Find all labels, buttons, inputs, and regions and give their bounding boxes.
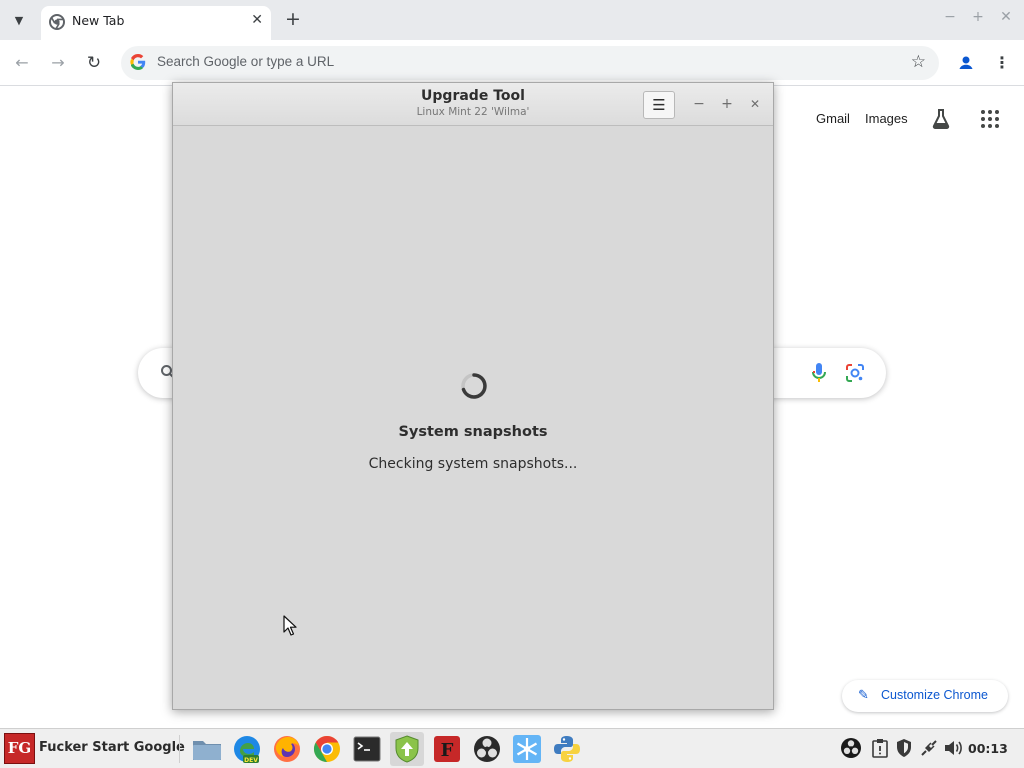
reload-icon[interactable]: ↻ <box>83 52 105 74</box>
start-menu-icon[interactable]: FG <box>4 733 35 764</box>
loading-spinner-icon <box>461 373 487 399</box>
snowflake-icon[interactable] <box>510 732 544 766</box>
terminal-icon[interactable] <box>350 732 384 766</box>
chrome-menu-icon[interactable]: ⋮ <box>994 52 1010 74</box>
network-icon[interactable] <box>919 738 939 758</box>
chrome-close-icon[interactable]: ✕ <box>997 9 1015 25</box>
dialog-close-icon[interactable]: ✕ <box>747 95 763 113</box>
dialog-maximize-icon[interactable]: + <box>719 95 735 113</box>
customize-chrome-button[interactable]: ✎ Customize Chrome <box>842 680 1008 712</box>
tab-strip: ▼ New Tab ✕ + − + ✕ <box>0 0 1024 40</box>
mouse-cursor-icon <box>283 615 297 636</box>
tab-close-icon[interactable]: ✕ <box>251 12 263 28</box>
volume-icon[interactable] <box>943 738 963 758</box>
dialog-minimize-icon[interactable]: − <box>691 95 707 113</box>
chrome-maximize-icon[interactable]: + <box>969 9 987 25</box>
clipboard-icon[interactable] <box>870 738 890 758</box>
obs-icon[interactable] <box>470 732 504 766</box>
dialog-title: Upgrade Tool <box>421 88 525 104</box>
status-message: Checking system snapshots... <box>368 456 578 472</box>
taskbar-separator <box>179 735 180 763</box>
chrome-minimize-icon[interactable]: − <box>941 9 959 25</box>
tab-search-chevron-icon[interactable]: ▼ <box>6 8 32 32</box>
obs-tray-icon[interactable] <box>840 737 862 759</box>
tab-title: New Tab <box>72 13 125 28</box>
google-apps-icon[interactable] <box>981 110 999 128</box>
firefox-icon[interactable] <box>270 732 304 766</box>
images-link[interactable]: Images <box>865 111 908 126</box>
omnibox-input[interactable]: Search Google or type a URL <box>157 54 334 69</box>
omnibox[interactable]: Search Google or type a URL ☆ <box>121 46 939 80</box>
voice-search-icon[interactable] <box>810 362 828 384</box>
forward-arrow-icon[interactable]: → <box>47 52 69 74</box>
pencil-icon: ✎ <box>858 688 869 703</box>
status-heading: System snapshots <box>398 424 548 440</box>
svg-text:F: F <box>441 740 454 761</box>
svg-text:DEV: DEV <box>244 757 258 764</box>
profile-avatar-icon[interactable] <box>955 52 977 74</box>
shield-icon[interactable] <box>894 738 914 758</box>
new-tab-button[interactable]: + <box>282 7 304 31</box>
folder-icon[interactable] <box>190 732 224 766</box>
font-manager-icon[interactable]: F <box>430 732 464 766</box>
taskbar: FG Fucker Start Google DEV F 00:13 <box>0 728 1024 768</box>
hamburger-menu-button[interactable]: ☰ <box>643 91 675 119</box>
bookmark-star-icon[interactable]: ☆ <box>911 52 926 72</box>
tab-new-tab[interactable]: New Tab ✕ <box>41 6 271 40</box>
browser-toolbar: ← → ↻ Search Google or type a URL ☆ ⋮ <box>0 40 1024 86</box>
chrome-icon[interactable] <box>310 732 344 766</box>
google-g-icon <box>130 54 146 70</box>
edge-dev-icon[interactable]: DEV <box>230 732 264 766</box>
chrome-favicon-icon <box>49 14 65 30</box>
lens-search-icon[interactable] <box>845 363 865 383</box>
clock[interactable]: 00:13 <box>968 741 1008 756</box>
update-manager-icon[interactable] <box>390 732 424 766</box>
back-arrow-icon[interactable]: ← <box>11 52 33 74</box>
start-menu-label[interactable]: Fucker Start Google <box>39 740 185 755</box>
python-icon[interactable] <box>550 732 584 766</box>
customize-chrome-label: Customize Chrome <box>881 688 988 702</box>
upgrade-tool-window: Upgrade Tool Linux Mint 22 'Wilma' ☰ − +… <box>172 82 774 710</box>
gmail-link[interactable]: Gmail <box>816 111 850 126</box>
dialog-header-bar[interactable]: Upgrade Tool Linux Mint 22 'Wilma' ☰ − +… <box>173 83 773 126</box>
labs-flask-icon[interactable] <box>931 108 951 130</box>
dialog-subtitle: Linux Mint 22 'Wilma' <box>416 106 530 118</box>
